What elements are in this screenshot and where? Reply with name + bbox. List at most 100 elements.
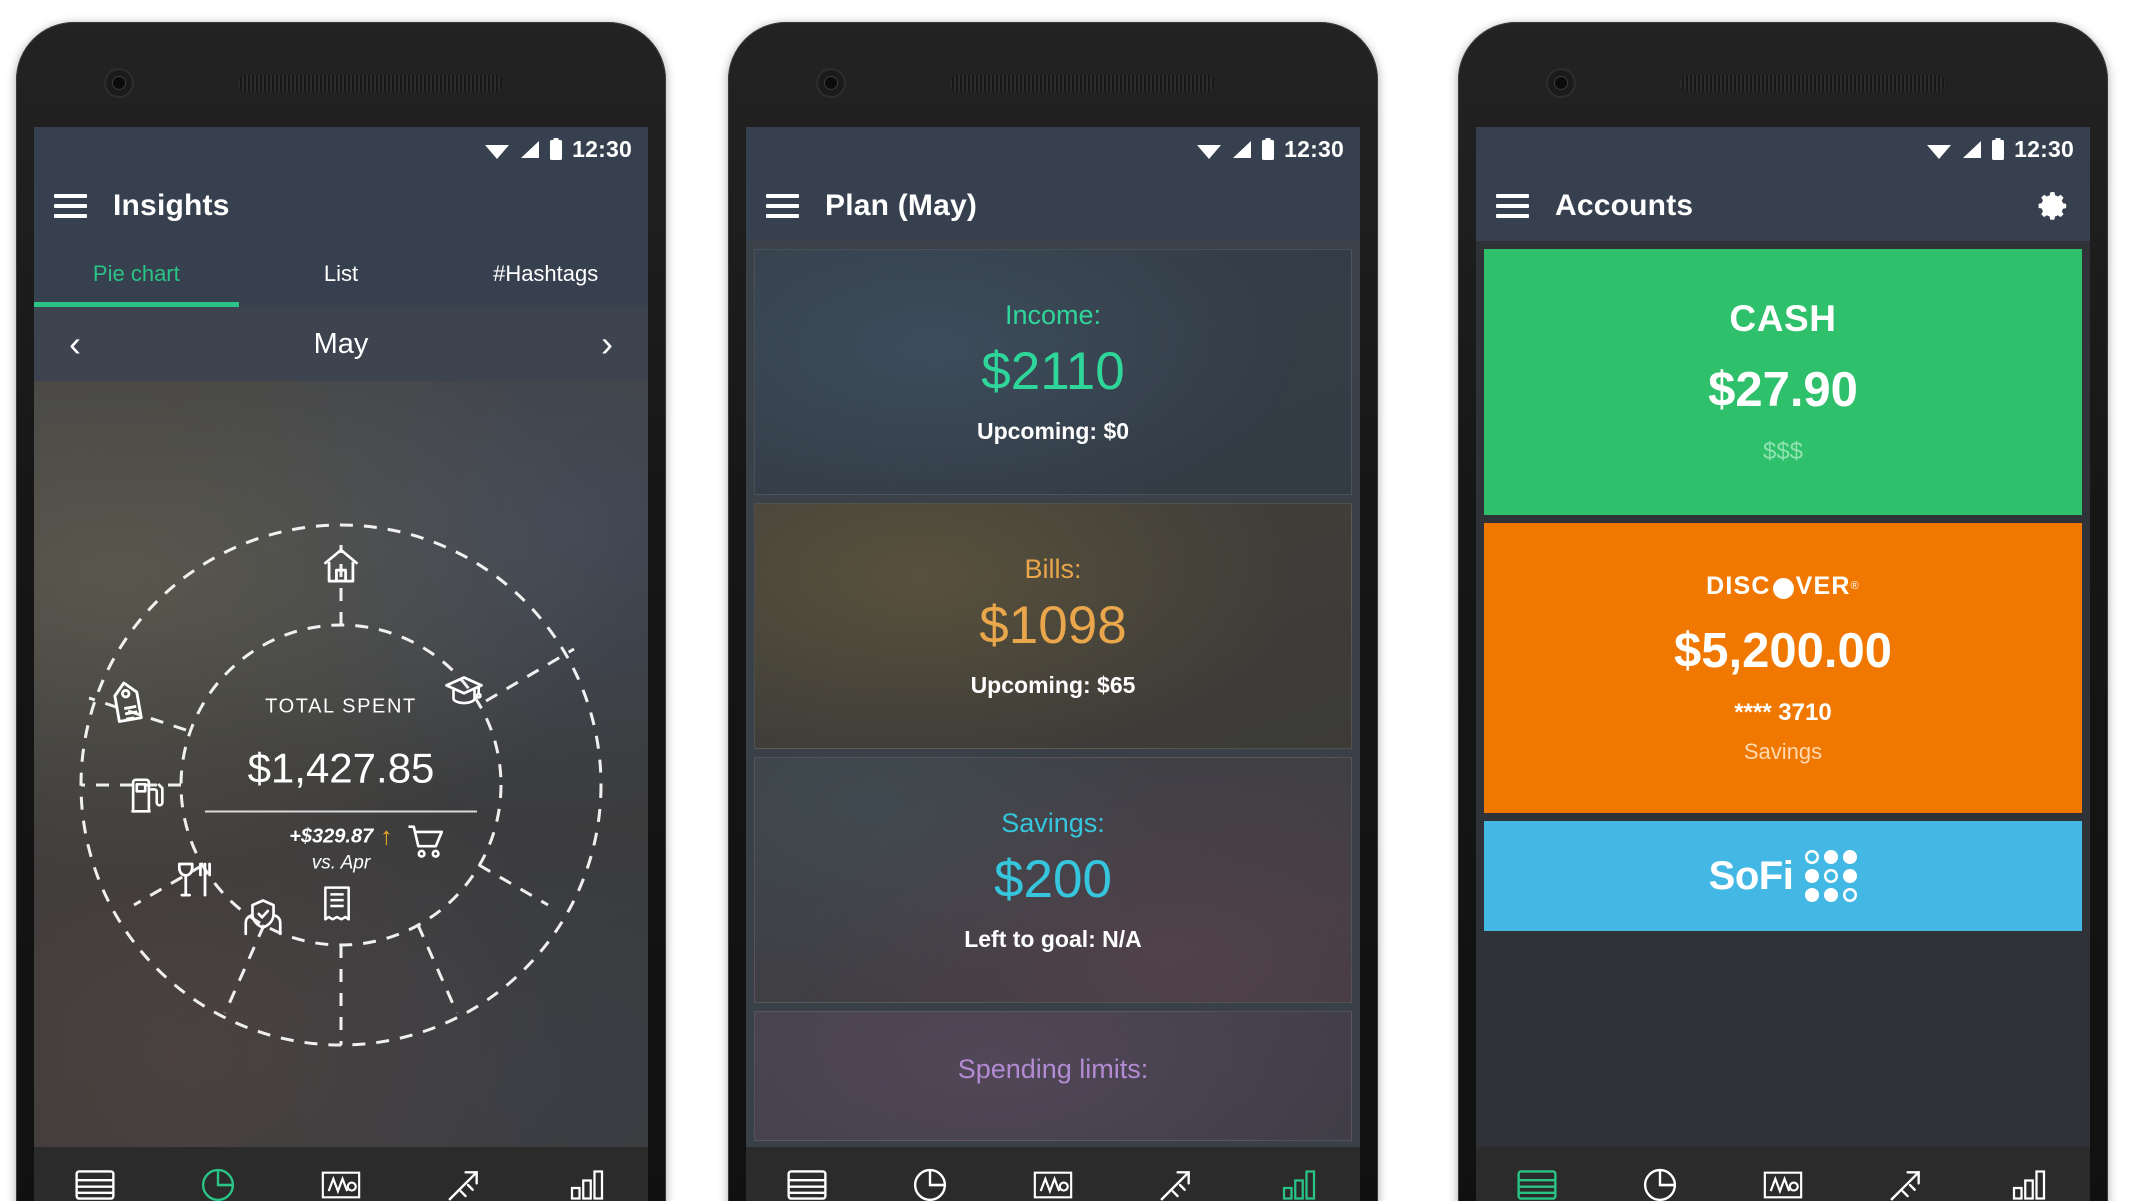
discover-logo: DISC VER ® — [1706, 572, 1860, 601]
tab-pie-chart[interactable]: Pie chart — [34, 241, 239, 307]
nav-accounts[interactable] — [1476, 1168, 1599, 1201]
card-title: Income: — [1004, 299, 1102, 330]
front-camera-icon — [1548, 70, 1574, 96]
phone-bezel-top — [16, 22, 666, 127]
account-card-discover[interactable]: DISC VER ® $5,200.00 **** 3710 Savings — [1484, 523, 2082, 813]
nav-workflow[interactable] — [280, 1168, 403, 1201]
plan-card-bills[interactable]: Bills: $1098 Upcoming: $65 — [754, 503, 1352, 749]
page-title: Plan (May) — [825, 189, 978, 222]
nav-workflow[interactable] — [992, 1168, 1115, 1201]
trademark-mark: ® — [1850, 580, 1860, 592]
phone-device-accounts: 12:30 Accounts CASH $27.90 $$$ DISC VER … — [1458, 22, 2108, 1201]
nav-reports[interactable] — [1967, 1167, 2090, 1201]
front-camera-icon — [106, 70, 132, 96]
status-bar: 12:30 — [1476, 127, 2090, 171]
tab-list[interactable]: List — [239, 241, 444, 307]
compare-label: vs. Apr — [311, 852, 371, 874]
nav-accounts[interactable] — [34, 1168, 157, 1201]
wifi-icon — [1926, 140, 1952, 159]
card-title: Spending limits: — [957, 1054, 1149, 1084]
plan-card-list[interactable]: Income: $2110 Upcoming: $0 Bills: $1098 … — [746, 241, 1360, 1197]
account-amount: $27.90 — [1708, 363, 1858, 417]
signal-icon — [519, 140, 540, 159]
page-title: Insights — [113, 189, 230, 222]
menu-icon[interactable] — [766, 194, 799, 218]
card-subtext: Upcoming: $0 — [976, 417, 1130, 444]
gas-pump-icon[interactable] — [127, 775, 169, 822]
bottom-nav — [746, 1147, 1360, 1201]
account-name: CASH — [1729, 298, 1837, 339]
prev-month-button[interactable]: ‹ — [58, 326, 92, 362]
app-bar: Insights — [34, 171, 648, 241]
account-type: Savings — [1743, 738, 1823, 764]
tab-hashtags[interactable]: #Hashtags — [443, 241, 648, 307]
total-spent-label: TOTAL SPENT — [265, 695, 417, 718]
gear-icon[interactable] — [2034, 188, 2070, 224]
status-bar-time: 12:30 — [2014, 135, 2074, 162]
wifi-icon — [484, 140, 510, 159]
card-title: Bills: — [1024, 553, 1082, 584]
bottom-nav — [34, 1147, 648, 1201]
plan-card-savings[interactable]: Savings: $200 Left to goal: N/A — [754, 757, 1352, 1003]
phone1-screen: 12:30 Insights Pie chart List #Hashtags … — [34, 127, 648, 1201]
signal-icon — [1961, 140, 1982, 159]
nav-trends[interactable] — [1114, 1166, 1237, 1201]
pie-center-summary: TOTAL SPENT $1,427.85 +$329.87 ↑ vs. Apr — [181, 696, 501, 875]
nav-insights[interactable] — [157, 1166, 280, 1201]
menu-icon[interactable] — [1496, 194, 1529, 218]
sofi-dots-icon — [1805, 850, 1858, 902]
plan-card-spending-limits[interactable]: Spending limits: — [754, 1011, 1352, 1141]
tab-bar: Pie chart List #Hashtags — [34, 241, 648, 307]
discover-brand-part2: VER — [1795, 571, 1851, 600]
up-arrow-icon: ↑ — [380, 822, 393, 851]
sofi-logo: SoFi — [1709, 850, 1858, 902]
account-masked-number: **** 3710 — [1734, 698, 1832, 726]
next-month-button[interactable]: › — [590, 326, 624, 362]
nav-accounts[interactable] — [746, 1168, 869, 1201]
nav-insights[interactable] — [1599, 1166, 1722, 1201]
nav-reports[interactable] — [1237, 1167, 1360, 1201]
tab-label: Pie chart — [92, 261, 180, 286]
nav-trends[interactable] — [1844, 1166, 1967, 1201]
nav-workflow[interactable] — [1722, 1168, 1845, 1201]
discover-brand-part1: DISC — [1706, 571, 1771, 600]
card-value: $2110 — [981, 341, 1125, 401]
status-bar-time: 12:30 — [1284, 135, 1344, 162]
receipt-icon[interactable] — [317, 884, 357, 929]
tab-label: List — [323, 261, 359, 286]
accounts-list[interactable]: CASH $27.90 $$$ DISC VER ® $5,200.00 ***… — [1476, 241, 2090, 1201]
screenshot-stage: 12:30 Insights Pie chart List #Hashtags … — [0, 0, 2134, 1201]
nav-reports[interactable] — [525, 1167, 648, 1201]
battery-icon — [1991, 138, 2005, 160]
account-amount: $5,200.00 — [1674, 623, 1892, 678]
card-subtext: Left to goal: N/A — [964, 925, 1142, 952]
account-card-sofi[interactable]: SoFi — [1484, 821, 2082, 931]
phone-bezel-top — [1458, 22, 2108, 127]
phone-device-plan: 12:30 Plan (May) Income: $2110 Upcoming:… — [728, 22, 1378, 1201]
nav-trends[interactable] — [402, 1166, 525, 1201]
plan-card-income[interactable]: Income: $2110 Upcoming: $0 — [754, 249, 1352, 495]
sofi-brand: SoFi — [1708, 853, 1794, 898]
status-bar: 12:30 — [34, 127, 648, 171]
account-card-cash[interactable]: CASH $27.90 $$$ — [1484, 249, 2082, 515]
app-bar: Accounts — [1476, 171, 2090, 241]
month-switcher: ‹ May › — [34, 307, 648, 381]
card-title: Savings: — [1001, 807, 1105, 838]
wifi-icon — [1196, 140, 1222, 159]
phone3-screen: 12:30 Accounts CASH $27.90 $$$ DISC VER … — [1476, 127, 2090, 1201]
account-subtext: $$$ — [1762, 438, 1804, 465]
phone-device-insights: 12:30 Insights Pie chart List #Hashtags … — [16, 22, 666, 1201]
spend-delta: +$329.87 ↑ — [181, 822, 501, 851]
home-icon[interactable] — [319, 545, 363, 594]
card-subtext: Upcoming: $65 — [970, 671, 1136, 698]
menu-icon[interactable] — [54, 194, 87, 218]
signal-icon — [1231, 140, 1252, 159]
battery-icon — [549, 138, 563, 160]
pie-chart-area[interactable]: TOTAL SPENT $1,427.85 +$329.87 ↑ vs. Apr — [34, 381, 648, 1199]
status-bar: 12:30 — [746, 127, 1360, 171]
insurance-shield-icon[interactable] — [240, 896, 286, 947]
nav-insights[interactable] — [869, 1166, 992, 1201]
total-spent-amount: $1,427.85 — [247, 744, 435, 792]
battery-icon — [1261, 138, 1275, 160]
price-tag-icon[interactable] — [105, 681, 151, 735]
